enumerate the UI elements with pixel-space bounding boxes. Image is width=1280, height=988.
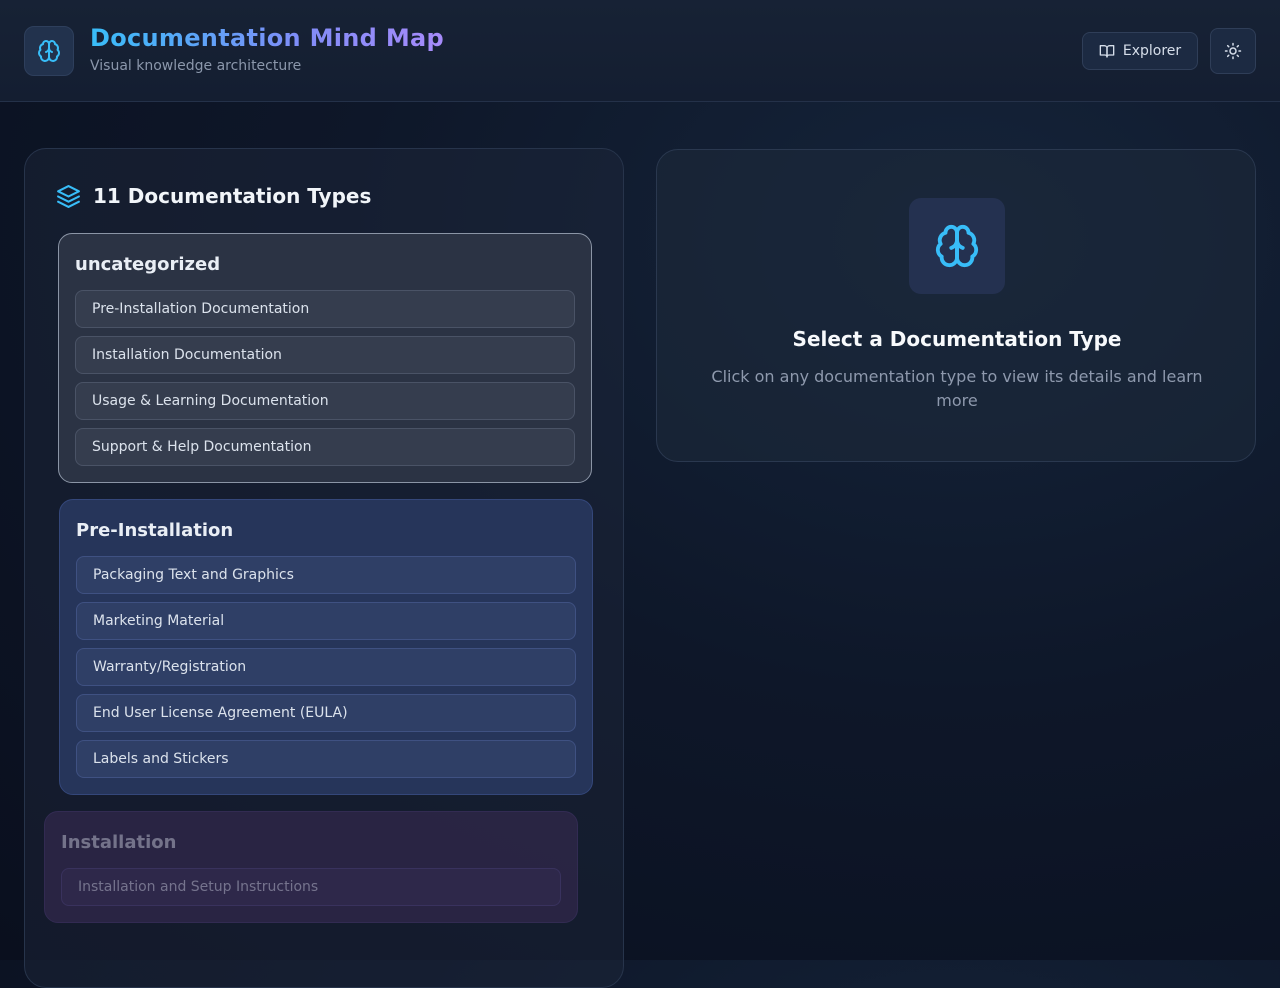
group-pre-installation: Pre-Installation Packaging Text and Grap… — [59, 499, 593, 795]
doc-type-item[interactable]: Marketing Material — [76, 602, 576, 640]
doc-type-item[interactable]: Warranty/Registration — [76, 648, 576, 686]
doc-type-item[interactable]: Pre-Installation Documentation — [75, 290, 575, 328]
group-title: Installation — [61, 832, 177, 853]
details-title: Select a Documentation Type — [792, 327, 1122, 351]
sun-icon — [1224, 42, 1242, 60]
doc-type-item[interactable]: Support & Help Documentation — [75, 428, 575, 466]
doc-type-item[interactable]: Installation and Setup Instructions — [61, 868, 561, 906]
details-description: Click on any documentation type to view … — [711, 367, 1203, 410]
doc-type-item[interactable]: End User License Agreement (EULA) — [76, 694, 576, 732]
doc-type-item[interactable]: Labels and Stickers — [76, 740, 576, 778]
explorer-button-label: Explorer — [1122, 43, 1182, 59]
details-icon-box — [909, 198, 1005, 294]
app-title: Documentation Mind Map — [90, 24, 444, 52]
brain-icon — [38, 40, 60, 62]
theme-toggle-button[interactable] — [1210, 28, 1256, 74]
doc-type-item[interactable]: Packaging Text and Graphics — [76, 556, 576, 594]
brain-icon — [935, 224, 979, 268]
panel-heading-text: 11 Documentation Types — [93, 184, 372, 208]
layers-icon — [57, 184, 80, 208]
group-uncategorized: uncategorized Pre-Installation Documenta… — [58, 233, 592, 483]
group-title: Pre-Installation — [76, 520, 234, 541]
group-installation: Installation Installation and Setup Inst… — [44, 811, 578, 923]
app-logo — [24, 26, 74, 76]
doc-type-item[interactable]: Installation Documentation — [75, 336, 575, 374]
details-panel: Select a Documentation Type Click on any… — [656, 149, 1256, 462]
explorer-button[interactable]: Explorer — [1082, 32, 1198, 70]
panel-heading: 11 Documentation Types — [56, 181, 371, 211]
book-open-icon — [1099, 45, 1115, 58]
app-header: Documentation Mind Map Visual knowledge … — [0, 0, 1280, 102]
app-subtitle: Visual knowledge architecture — [90, 58, 302, 74]
doc-type-item[interactable]: Usage & Learning Documentation — [75, 382, 575, 420]
group-title: uncategorized — [75, 254, 221, 275]
